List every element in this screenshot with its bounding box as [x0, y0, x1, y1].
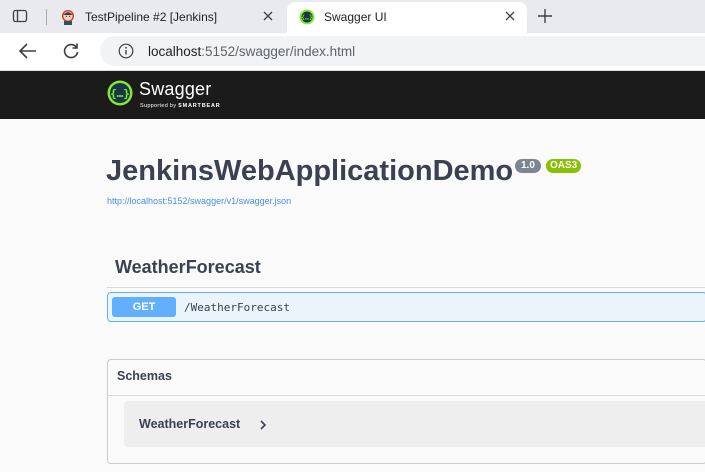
browser-toolbar: localhost:5152/swagger/index.html: [0, 33, 705, 71]
oas-badge: OAS3: [546, 159, 582, 173]
schemas-section: Schemas WeatherForecast: [107, 359, 705, 464]
swagger-logo-icon[interactable]: {…}: [107, 80, 133, 106]
operation-get-weatherforecast[interactable]: GET /WeatherForecast: [107, 292, 705, 322]
url-path: :5152/swagger/index.html: [201, 44, 356, 59]
url-host: localhost: [148, 44, 202, 59]
site-info-icon[interactable]: [118, 43, 134, 59]
swagger-tagline: Supported by SMARTBEAR: [140, 103, 221, 109]
reload-icon[interactable]: [61, 41, 81, 61]
close-icon[interactable]: [261, 9, 275, 23]
close-icon[interactable]: [503, 9, 517, 23]
model-name: WeatherForecast: [139, 417, 241, 431]
spec-url-link[interactable]: http://localhost:5152/swagger/v1/swagger…: [107, 196, 291, 206]
tag-heading[interactable]: WeatherForecast: [115, 257, 261, 278]
url-text: localhost:5152/swagger/index.html: [148, 44, 355, 59]
jenkins-favicon-icon: [62, 10, 74, 25]
swagger-topbar: {…} Swagger Supported by SMARTBEAR: [0, 71, 705, 119]
api-title: JenkinsWebApplicationDemo: [106, 155, 514, 187]
schemas-heading[interactable]: Schemas: [117, 369, 172, 383]
browser-tab-strip: TestPipeline #2 [Jenkins] {…} Swagger UI: [0, 0, 705, 33]
method-badge: GET: [112, 297, 176, 317]
swagger-brand: Swagger: [139, 79, 212, 99]
tagline-prefix: Supported by: [140, 103, 177, 109]
tagline-company: SMARTBEAR: [178, 103, 221, 109]
address-bar[interactable]: localhost:5152/swagger/index.html: [100, 36, 705, 66]
tag-divider: [107, 287, 705, 288]
swagger-favicon-icon: {…}: [299, 9, 315, 25]
back-arrow-icon[interactable]: [18, 42, 38, 60]
new-tab-plus-icon[interactable]: [536, 7, 554, 25]
operation-path: /WeatherForecast: [184, 301, 290, 314]
tab-title: Swagger UI: [324, 10, 387, 24]
svg-text:{…}: {…}: [301, 14, 313, 22]
svg-text:{…}: {…}: [110, 87, 130, 100]
schema-model-weatherforecast[interactable]: WeatherForecast: [124, 401, 705, 447]
version-badge: 1.0: [515, 159, 541, 173]
tab-actions-icon[interactable]: [12, 8, 28, 24]
tab-jenkins[interactable]: TestPipeline #2 [Jenkins]: [48, 0, 284, 33]
tab-title: TestPipeline #2 [Jenkins]: [85, 10, 218, 24]
tab-swagger-ui[interactable]: {…} Swagger UI: [287, 2, 527, 33]
schemas-divider: [108, 395, 705, 396]
tab-separator: [46, 9, 47, 25]
chevron-right-icon[interactable]: [258, 419, 268, 431]
